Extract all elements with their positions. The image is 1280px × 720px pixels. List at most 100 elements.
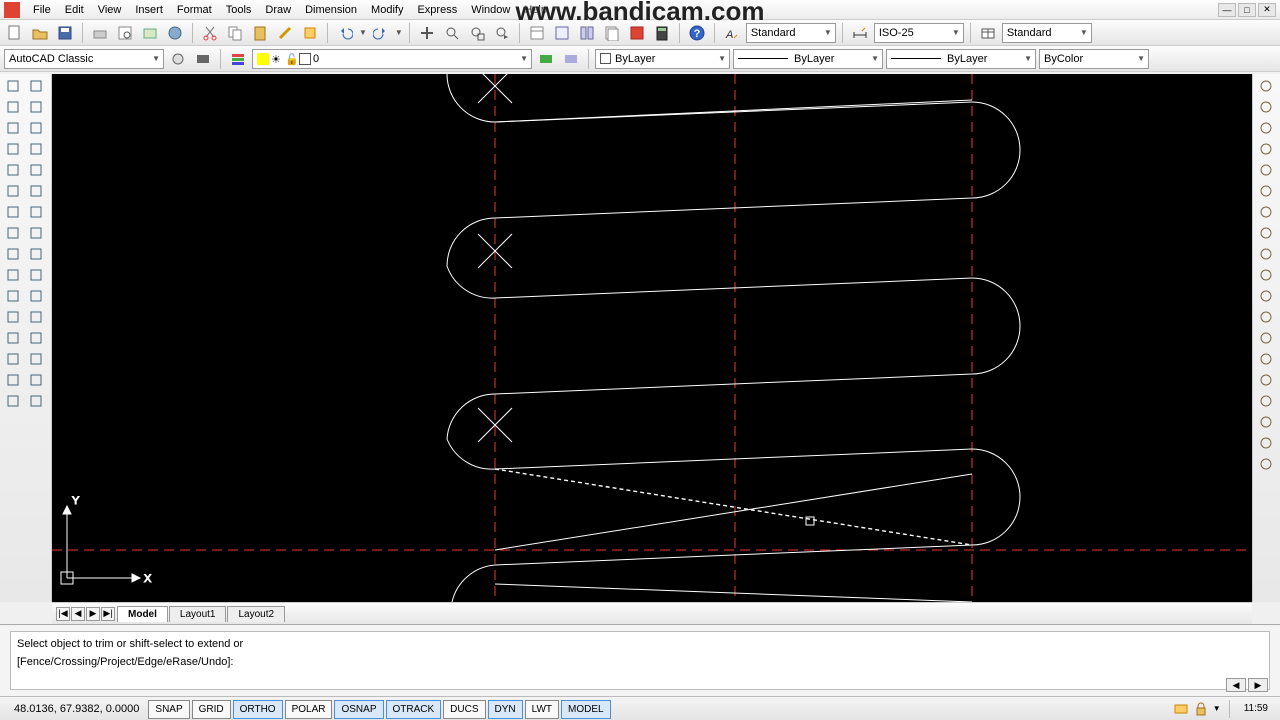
tray-chevron-icon[interactable]: ▼ [1213, 704, 1221, 713]
explode-icon[interactable] [1255, 391, 1277, 411]
tab-next-icon[interactable]: ▶ [86, 607, 100, 621]
measure-icon[interactable] [25, 370, 47, 390]
close-button[interactable]: ✕ [1258, 3, 1276, 17]
menu-modify[interactable]: Modify [364, 2, 410, 18]
chamfer-icon[interactable] [1255, 349, 1277, 369]
tablestyle-icon[interactable] [977, 22, 999, 44]
extend-icon[interactable] [1255, 286, 1277, 306]
command-input[interactable]: Select object to trim or shift-select to… [10, 631, 1270, 690]
tab-layout2[interactable]: Layout2 [227, 606, 285, 622]
menu-window[interactable]: Window [464, 2, 517, 18]
quickcalc-icon[interactable] [651, 22, 673, 44]
toggle-otrack[interactable]: OTRACK [386, 700, 442, 719]
copy-icon[interactable] [224, 22, 246, 44]
drawing-canvas[interactable]: X Y [52, 74, 1252, 602]
xline-icon[interactable] [25, 76, 47, 96]
toggle-model[interactable]: MODEL [561, 700, 611, 719]
tab-prev-icon[interactable]: ◀ [71, 607, 85, 621]
publish-icon[interactable] [139, 22, 161, 44]
minimize-button[interactable]: — [1218, 3, 1236, 17]
pline-icon[interactable] [2, 97, 24, 117]
rect-icon[interactable] [2, 118, 24, 138]
pan-icon[interactable] [1255, 412, 1277, 432]
layer-select[interactable]: ☀ 🔓 0 ▼ [252, 49, 532, 69]
paste-icon[interactable] [249, 22, 271, 44]
mytoolbar-icon[interactable] [192, 48, 214, 70]
menu-file[interactable]: File [26, 2, 58, 18]
plot-icon[interactable] [89, 22, 111, 44]
zoom-icon[interactable] [1255, 433, 1277, 453]
fillet-icon[interactable] [1255, 370, 1277, 390]
stretch-icon[interactable] [1255, 244, 1277, 264]
toggle-ducs[interactable]: DUCS [443, 700, 485, 719]
toggle-dyn[interactable]: DYN [488, 700, 523, 719]
A-icon[interactable] [25, 391, 47, 411]
block-icon[interactable] [25, 181, 47, 201]
zoom-realtime-icon[interactable] [441, 22, 463, 44]
donut-icon[interactable] [2, 286, 24, 306]
dimstyle-icon[interactable] [849, 22, 871, 44]
layerstate-icon[interactable] [560, 48, 582, 70]
tray-comm-icon[interactable] [1173, 701, 1189, 717]
table-icon[interactable] [2, 244, 24, 264]
dimstyle-select[interactable]: ISO-25▼ [874, 23, 964, 43]
linetype-select[interactable]: ByLayer▼ [733, 49, 883, 69]
sheetset-icon[interactable] [601, 22, 623, 44]
polygon-icon[interactable] [25, 97, 47, 117]
array-icon[interactable] [1255, 160, 1277, 180]
preview-icon[interactable] [114, 22, 136, 44]
properties-icon[interactable] [526, 22, 548, 44]
tablestyle-select[interactable]: Standard▼ [1002, 23, 1092, 43]
region-icon[interactable] [25, 223, 47, 243]
designcenter-icon[interactable] [551, 22, 573, 44]
match-icon[interactable] [274, 22, 296, 44]
mline-icon[interactable] [25, 265, 47, 285]
erase-icon[interactable] [1255, 76, 1277, 96]
scroll-left-icon[interactable]: ◀ [1226, 678, 1246, 692]
layermanager-icon[interactable] [227, 48, 249, 70]
toggle-snap[interactable]: SNAP [148, 700, 189, 719]
workspace-select[interactable]: AutoCAD Classic▼ [4, 49, 164, 69]
copy-icon[interactable] [1255, 97, 1277, 117]
open-icon[interactable] [29, 22, 51, 44]
tab-model[interactable]: Model [117, 606, 168, 622]
toggle-osnap[interactable]: OSNAP [334, 700, 383, 719]
menu-help[interactable]: Help [517, 2, 554, 18]
color-select[interactable]: ByLayer▼ [595, 49, 730, 69]
toggle-ortho[interactable]: ORTHO [233, 700, 283, 719]
circle-icon[interactable] [2, 139, 24, 159]
group-icon[interactable] [2, 370, 24, 390]
mirror-icon[interactable] [1255, 118, 1277, 138]
new-icon[interactable] [4, 22, 26, 44]
ray-icon[interactable] [2, 265, 24, 285]
layerprevious-icon[interactable] [535, 48, 557, 70]
pan-icon[interactable] [416, 22, 438, 44]
tray-lock-icon[interactable] [1193, 701, 1209, 717]
spline-icon[interactable] [2, 160, 24, 180]
mleader-icon[interactable] [25, 349, 47, 369]
menu-dimension[interactable]: Dimension [298, 2, 364, 18]
save-icon[interactable] [54, 22, 76, 44]
help-icon[interactable]: ? [686, 22, 708, 44]
toggle-grid[interactable]: GRID [192, 700, 231, 719]
line-icon[interactable] [2, 76, 24, 96]
addsel-icon[interactable] [25, 328, 47, 348]
join-icon[interactable] [1255, 328, 1277, 348]
menu-draw[interactable]: Draw [258, 2, 298, 18]
point-icon[interactable] [2, 202, 24, 222]
ellipsearc-icon[interactable] [2, 181, 24, 201]
tab-layout1[interactable]: Layout1 [169, 606, 227, 622]
offset-icon[interactable] [1255, 139, 1277, 159]
toggle-polar[interactable]: POLAR [285, 700, 333, 719]
zoom-window-icon[interactable] [466, 22, 488, 44]
plotstyle-select[interactable]: ByColor▼ [1039, 49, 1149, 69]
maximize-button[interactable]: □ [1238, 3, 1256, 17]
orbit-icon[interactable] [1255, 454, 1277, 474]
cut-icon[interactable] [199, 22, 221, 44]
break-icon[interactable] [1255, 307, 1277, 327]
hatch-icon[interactable] [25, 202, 47, 222]
menu-tools[interactable]: Tools [219, 2, 259, 18]
menu-edit[interactable]: Edit [58, 2, 91, 18]
tab-first-icon[interactable]: |◀ [56, 607, 70, 621]
mtext-icon[interactable] [25, 244, 47, 264]
